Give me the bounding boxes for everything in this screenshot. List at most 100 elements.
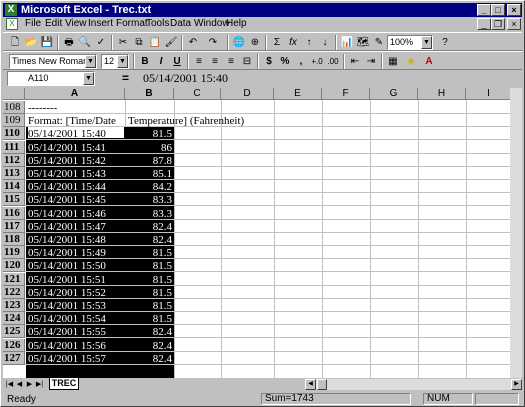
increase-decimal-icon[interactable]: +.0 [309,54,325,69]
cell-a[interactable]: 05/14/2001 15:51 [28,274,106,286]
cell-a[interactable]: Format: [Time/Date [28,115,116,127]
row-header[interactable]: 114 [3,180,25,193]
format-painter-icon[interactable]: 🖌 [163,35,179,50]
cell-b[interactable]: 83.3 [125,194,172,206]
menu-window[interactable]: Window [194,18,230,30]
horizontal-scrollbar[interactable]: ◀ ▶ [305,379,522,390]
cell-b[interactable]: 81.5 [125,300,172,312]
column-header-f[interactable]: F [322,88,370,100]
column-header-b[interactable]: B [125,88,174,100]
autosum-icon[interactable]: Σ [269,35,285,50]
cell-b[interactable]: 82.4 [125,353,172,365]
spelling-icon[interactable]: ✓ [93,35,109,50]
print-preview-icon[interactable]: 🔍 [77,35,93,50]
doc-restore-button[interactable]: ❐ [491,18,505,30]
cell-b[interactable]: 81.5 [125,274,172,286]
first-sheet-icon[interactable]: |◀ [5,379,14,390]
row-header[interactable]: 124 [3,312,25,325]
paste-icon[interactable]: 📋 [147,35,163,50]
cell-b[interactable]: 82.4 [125,221,172,233]
scroll-right-icon[interactable]: ▶ [511,379,522,390]
cell-b[interactable]: 82.4 [125,234,172,246]
worksheet-grid[interactable]: A B C D E F G H I 108 -------- 109 Format: … [3,88,522,378]
row-header[interactable]: 119 [3,246,25,259]
prev-sheet-icon[interactable]: ◀ [15,379,24,390]
paste-function-icon[interactable]: fx [285,35,301,50]
cell-a[interactable]: 05/14/2001 15:43 [28,168,106,180]
office-assistant-icon[interactable]: ? [437,35,453,50]
cell-b[interactable]: 87.8 [125,155,172,167]
cell-a[interactable]: 05/14/2001 15:46 [28,208,106,220]
workbook-icon[interactable]: X [6,18,18,30]
hyperlink-icon[interactable]: 🌐 [231,35,247,50]
row-header[interactable]: 108 [3,101,25,114]
font-combo[interactable]: Times New Roman ▼ [9,54,97,69]
font-color-icon[interactable]: A [421,54,437,69]
cell-b[interactable]: 82.4 [125,326,172,338]
sort-descending-icon[interactable]: ↓ [317,35,333,50]
cell-b[interactable]: 84.2 [125,181,172,193]
name-box[interactable]: A110 ▼ [7,71,95,86]
chevron-down-icon[interactable]: ▼ [85,55,96,68]
formula-content[interactable]: 05/14/2001 15:40 [143,71,228,86]
cell-b[interactable]: 83.3 [125,208,172,220]
cell-b[interactable]: 85.1 [125,168,172,180]
cell-a[interactable]: 05/14/2001 15:45 [28,194,106,206]
cell-a[interactable]: 05/14/2001 15:54 [28,313,106,325]
row-header[interactable]: 127 [3,352,25,365]
comma-button[interactable]: , [293,54,309,69]
sort-ascending-icon[interactable]: ↑ [301,35,317,50]
merge-center-icon[interactable]: ⊟ [239,54,255,69]
next-sheet-icon[interactable]: ▶ [25,379,34,390]
copy-icon[interactable]: ⧉ [131,35,147,50]
sheet-tab-trec[interactable]: TREC [49,378,79,390]
vertical-scrollbar[interactable] [510,88,522,378]
chevron-down-icon[interactable]: ▼ [83,72,94,85]
menu-tools[interactable]: Tools [146,18,169,30]
cell-a[interactable]: 05/14/2001 15:49 [28,247,106,259]
cell-b[interactable]: 81.5 [125,247,172,259]
row-header[interactable]: 118 [3,233,25,246]
increase-indent-icon[interactable]: ⇥ [363,54,379,69]
web-toolbar-icon[interactable]: ⊕ [247,35,263,50]
cut-icon[interactable]: ✂ [115,35,131,50]
font-size-combo[interactable]: 12 ▼ [101,54,129,69]
row-header[interactable]: 115 [3,193,25,206]
cell-a[interactable]: 05/14/2001 15:57 [28,353,106,365]
cell-a[interactable]: 05/14/2001 15:42 [28,155,106,167]
align-left-icon[interactable]: ≡ [191,54,207,69]
cell-b[interactable]: 81.5 [125,313,172,325]
cell-a[interactable]: 05/14/2001 15:52 [28,287,106,299]
menu-format[interactable]: Format [116,18,148,30]
save-icon[interactable]: 💾 [39,35,55,50]
cell-a[interactable]: 05/14/2001 15:40 [28,128,106,140]
chart-wizard-icon[interactable]: 📊 [339,35,355,50]
cell-b[interactable]: 86 [125,142,172,154]
scroll-thumb[interactable] [317,379,327,390]
chevron-down-icon[interactable]: ▼ [117,55,128,68]
align-center-icon[interactable]: ≡ [207,54,223,69]
row-header[interactable]: 109 [3,114,25,127]
row-header[interactable]: 123 [3,299,25,312]
maximize-button[interactable]: □ [491,4,505,16]
row-header[interactable]: 116 [3,207,25,220]
row-header[interactable]: 125 [3,325,25,338]
cell-a[interactable]: 05/14/2001 15:41 [28,142,106,154]
row-header[interactable]: 111 [3,141,25,154]
column-header-e[interactable]: E [274,88,322,100]
menu-help[interactable]: Help [226,18,247,30]
column-header-g[interactable]: G [370,88,418,100]
map-icon[interactable]: 🗺 [355,35,371,50]
close-button[interactable]: × [507,4,521,16]
row-header[interactable]: 120 [3,259,25,272]
align-right-icon[interactable]: ≡ [223,54,239,69]
cell-a[interactable]: 05/14/2001 15:48 [28,234,106,246]
menu-insert[interactable]: Insert [88,18,113,30]
zoom-combo[interactable]: 100% ▼ [387,35,433,50]
currency-button[interactable]: $ [261,54,277,69]
cell-b[interactable]: 82.4 [125,340,172,352]
cell-a[interactable]: 05/14/2001 15:55 [28,326,106,338]
underline-button[interactable]: U [169,54,185,69]
cell-b[interactable]: 81.5 [125,128,172,140]
row-header[interactable]: 126 [3,339,25,352]
